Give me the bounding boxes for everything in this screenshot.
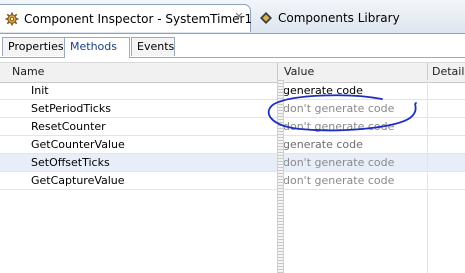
table-row[interactable]: SetPeriodTicks don't generate code: [0, 100, 465, 118]
tab-component-inspector[interactable]: Component Inspector - SystemTimer1 ✕: [0, 4, 253, 32]
close-icon[interactable]: ✕: [234, 11, 244, 22]
table-row[interactable]: SetOffsetTicks don't generate code: [0, 154, 465, 172]
method-value[interactable]: don't generate code: [283, 174, 394, 187]
tab-properties[interactable]: Properties: [2, 37, 66, 56]
components-icon: [259, 11, 273, 25]
column-header-value[interactable]: Value: [284, 65, 314, 78]
gear-icon: [5, 12, 19, 26]
column-resize-handle[interactable]: [277, 80, 284, 273]
tab-label: Components Library: [278, 11, 400, 25]
method-value[interactable]: generate code: [283, 138, 363, 151]
method-name: SetPeriodTicks: [31, 102, 111, 115]
method-name: SetOffsetTicks: [31, 156, 110, 169]
view-tab-bar: Properties Methods Events: [0, 36, 465, 58]
editor-tab-bar: Component Inspector - SystemTimer1 ✕ Com…: [0, 0, 465, 34]
table-row[interactable]: GetCaptureValue don't generate code: [0, 172, 465, 190]
column-divider: [427, 80, 428, 273]
table-row[interactable]: ResetCounter don't generate code: [0, 118, 465, 136]
tab-components-library[interactable]: Components Library: [254, 4, 414, 32]
column-header-details[interactable]: Details: [432, 65, 465, 78]
method-value[interactable]: don't generate code: [283, 156, 394, 169]
methods-table: Name Value Details Init generate code Se…: [0, 60, 465, 273]
table-header: Name Value Details: [0, 62, 465, 83]
method-name: Init: [31, 84, 49, 97]
table-row[interactable]: Init generate code: [0, 82, 465, 100]
table-row[interactable]: GetCounterValue generate code: [0, 136, 465, 154]
column-header-name[interactable]: Name: [12, 65, 44, 78]
method-value[interactable]: don't generate code: [283, 102, 394, 115]
method-value[interactable]: don't generate code: [283, 120, 394, 133]
tab-methods[interactable]: Methods: [64, 37, 130, 58]
method-name: GetCaptureValue: [31, 174, 125, 187]
tab-label: Component Inspector - SystemTimer1: [24, 11, 253, 26]
method-value[interactable]: generate code: [283, 84, 363, 97]
method-name: ResetCounter: [31, 120, 106, 133]
tab-events[interactable]: Events: [131, 37, 175, 56]
method-name: GetCounterValue: [31, 138, 125, 151]
